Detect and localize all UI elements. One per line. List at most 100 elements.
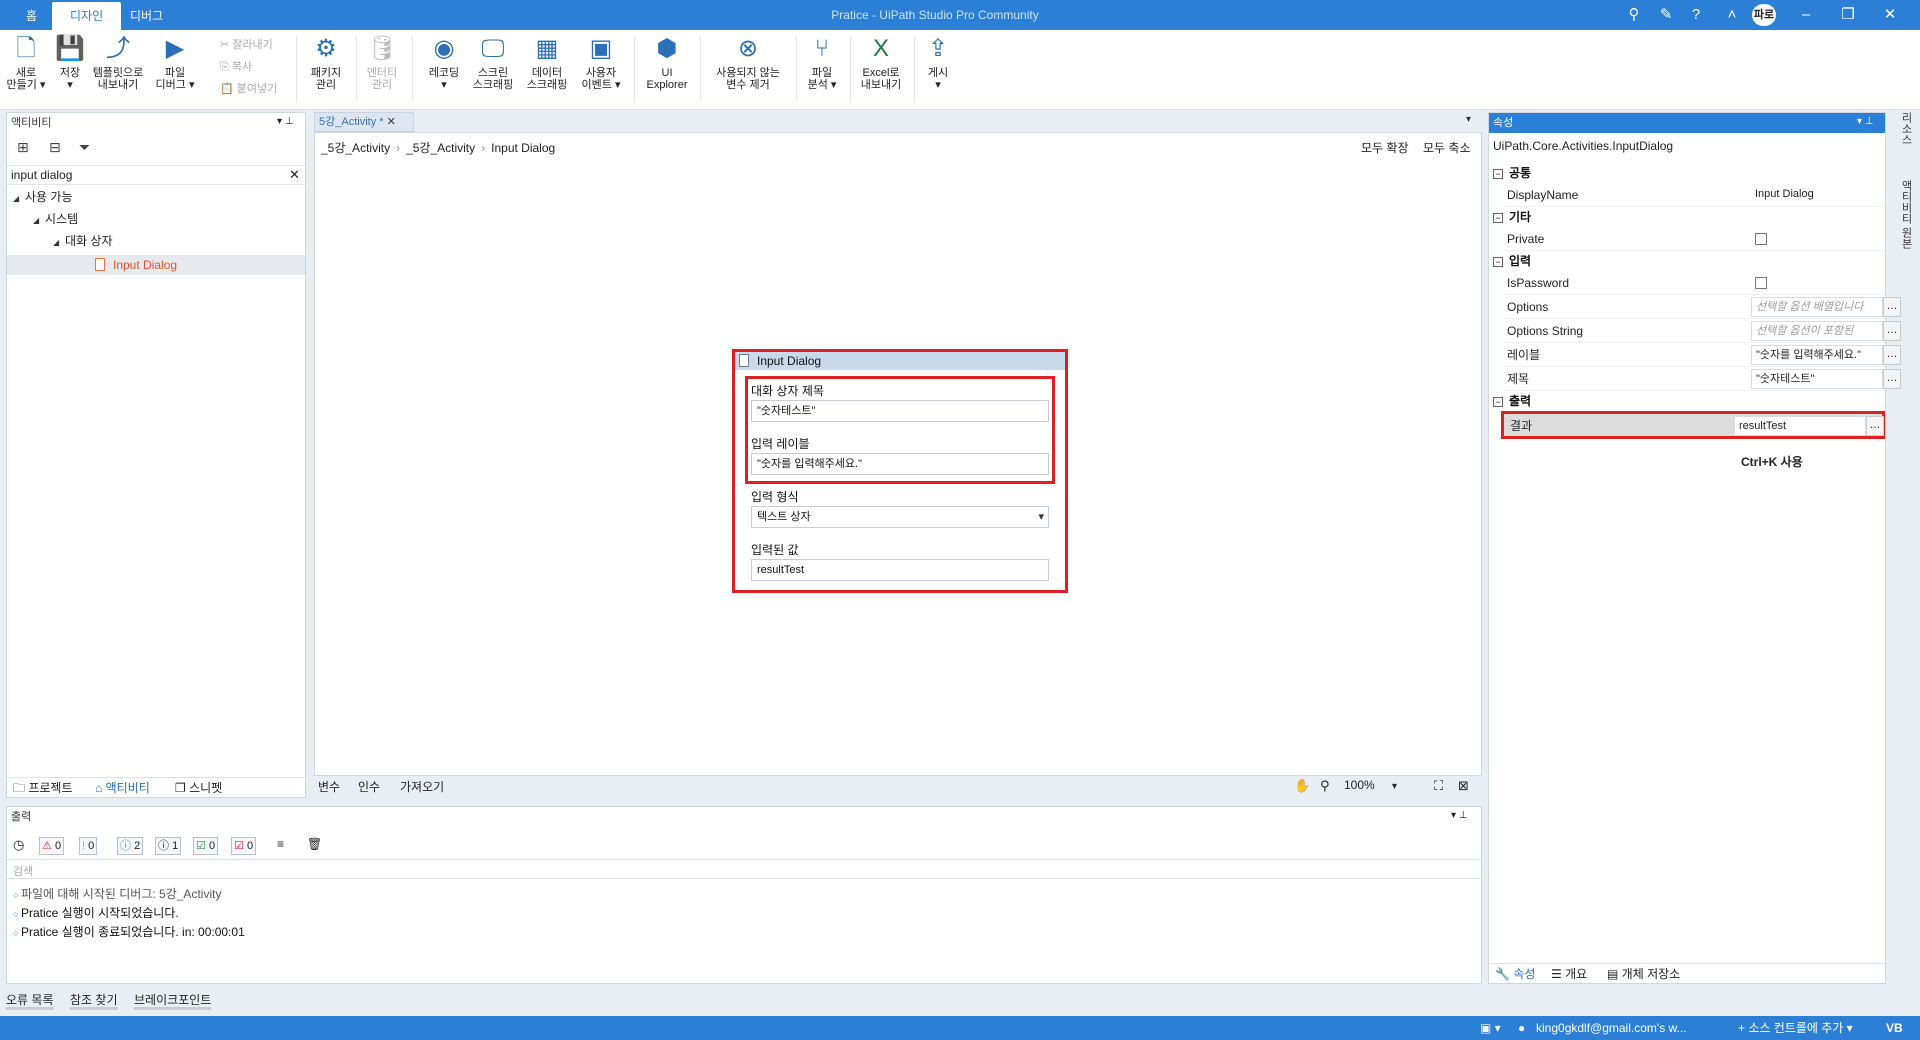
publish-button[interactable]: ⇪ 게시 ▾ bbox=[920, 34, 956, 91]
ui-explorer-button[interactable]: ⬢ UI Explorer bbox=[644, 34, 690, 91]
ispassword-checkbox[interactable] bbox=[1755, 277, 1767, 289]
save-button[interactable]: 💾 저장 ▾ bbox=[54, 34, 86, 91]
label-edit-button[interactable]: … bbox=[1883, 345, 1901, 365]
prop-label[interactable]: 레이블 "숫자를 입력해주세요."… bbox=[1505, 343, 1901, 367]
clock-icon[interactable]: ◷ bbox=[13, 837, 24, 853]
expand-all-link[interactable]: 모두 확장 bbox=[1361, 139, 1409, 156]
remove-unused-variables-button[interactable]: ⊗ 사용되지 않는 변수 제거 bbox=[708, 34, 788, 91]
prop-result[interactable]: 결과 resultTest… bbox=[1501, 411, 1885, 439]
activity-header[interactable]: Input Dialog bbox=[735, 352, 1065, 370]
prop-title[interactable]: 제목 "숫자테스트"… bbox=[1505, 367, 1901, 391]
result-edit-button[interactable]: … bbox=[1866, 416, 1884, 436]
category-misc[interactable]: − 기타 bbox=[1489, 207, 1887, 227]
side-tab-activity-source[interactable]: 액티비티 원본 bbox=[1894, 180, 1914, 249]
minimize-icon[interactable]: – bbox=[1796, 5, 1816, 25]
tab-breakpoints[interactable]: 브레이크포인트 bbox=[134, 990, 212, 1010]
copy-button[interactable]: ⎘ 복사 bbox=[220, 58, 252, 74]
tree-item-available[interactable]: ◢ 사용 가능 bbox=[13, 187, 73, 207]
entered-value-field[interactable]: resultTest bbox=[751, 559, 1049, 581]
tab-properties[interactable]: 🔧 속성 bbox=[1495, 964, 1535, 984]
clear-output-icon[interactable]: 🗑 bbox=[307, 837, 322, 851]
feedback-icon[interactable]: ✎ bbox=[1656, 5, 1676, 25]
options-string-edit-button[interactable]: … bbox=[1883, 321, 1901, 341]
doc-list-icon[interactable]: ▾ bbox=[1466, 114, 1471, 125]
zoom-select[interactable]: 100% ▾ bbox=[1344, 778, 1404, 796]
collapse-all-link[interactable]: 모두 축소 bbox=[1423, 139, 1471, 156]
errors-filter-button[interactable]: ⚠ 0 bbox=[39, 837, 65, 855]
overview-icon[interactable]: ⊠ bbox=[1458, 778, 1469, 794]
export-excel-button[interactable]: X Excel로 내보내기 bbox=[856, 34, 906, 91]
breadcrumb-item[interactable]: _5강_Activity bbox=[321, 141, 390, 155]
category-common[interactable]: − 공통 bbox=[1489, 163, 1887, 183]
tab-activities[interactable]: ⌂ 액티비티 bbox=[95, 778, 150, 798]
tab-error-list[interactable]: 오류 목록 bbox=[6, 990, 54, 1010]
tab-document[interactable]: 5강_Activity * ✕ bbox=[314, 112, 414, 132]
tab-design[interactable]: 디자인 bbox=[52, 2, 122, 30]
category-input[interactable]: − 입력 bbox=[1489, 251, 1887, 271]
fit-screen-icon[interactable]: ⛶ bbox=[1434, 778, 1443, 794]
failed-filter-button[interactable]: ☑ 0 bbox=[231, 837, 257, 855]
close-tab-icon[interactable]: ✕ bbox=[387, 116, 396, 128]
collapse-all-icon[interactable]: ⊟ bbox=[49, 139, 61, 156]
data-scraping-button[interactable]: ▦ 데이터 스크래핑 bbox=[524, 34, 570, 91]
prop-ispassword[interactable]: IsPassword bbox=[1505, 271, 1885, 295]
tree-item-input-dialog[interactable]: Input Dialog bbox=[7, 255, 305, 275]
prop-options-string[interactable]: Options String 선택할 옵션이 포함된… bbox=[1505, 319, 1901, 343]
options-edit-button[interactable]: … bbox=[1883, 297, 1901, 317]
dialog-title-field[interactable]: "숫자테스트" bbox=[751, 400, 1049, 422]
tab-variables[interactable]: 변수 bbox=[318, 777, 340, 797]
help-icon[interactable]: ? bbox=[1686, 5, 1706, 25]
screen-scraping-button[interactable]: 🖵 스크린 스크래핑 bbox=[470, 34, 516, 91]
tab-snippets[interactable]: ❐ 스니펫 bbox=[175, 778, 222, 798]
tab-home[interactable]: 홈 bbox=[8, 2, 55, 30]
tree-item-system[interactable]: ◢ 시스템 bbox=[33, 209, 78, 229]
tab-arguments[interactable]: 인수 bbox=[358, 777, 380, 797]
manage-packages-button[interactable]: ⚙ 패키지 관리 bbox=[306, 34, 346, 91]
activity-search-box[interactable]: input dialog ✕ bbox=[7, 165, 305, 185]
panel-menu-icon[interactable]: ▾ ⊥ bbox=[277, 116, 294, 127]
search-icon[interactable]: ⚲ bbox=[1624, 5, 1644, 25]
output-search-box[interactable]: 검색 bbox=[7, 859, 1481, 879]
debug-file-button[interactable]: ▶ 파일 디버그 ▾ bbox=[152, 34, 198, 91]
orchestrator-icon[interactable]: ▣ ▾ bbox=[1480, 1016, 1501, 1040]
title-edit-button[interactable]: … bbox=[1883, 369, 1901, 389]
input-type-select[interactable]: 텍스트 상자 bbox=[751, 506, 1049, 528]
cut-button[interactable]: ✂ 잘라내기 bbox=[220, 36, 273, 52]
recording-button[interactable]: ◉ 레코딩 ▾ bbox=[422, 34, 466, 91]
wrap-icon[interactable]: ≡ bbox=[277, 837, 284, 851]
activity-search-input[interactable]: input dialog bbox=[11, 168, 72, 182]
filter-icon[interactable]: ⏷ bbox=[79, 139, 90, 156]
tab-project[interactable]: 🗀 프로젝트 bbox=[13, 778, 73, 798]
private-checkbox[interactable] bbox=[1755, 233, 1767, 245]
prop-displayname[interactable]: DisplayName Input Dialog bbox=[1505, 183, 1885, 207]
breadcrumb-item[interactable]: Input Dialog bbox=[491, 141, 555, 155]
warnings-filter-button[interactable]: ! 0 bbox=[79, 837, 98, 855]
trace-filter-button[interactable]: ⓘ 1 bbox=[155, 837, 182, 855]
info-filter-button[interactable]: ⓘ 2 bbox=[117, 837, 144, 855]
close-icon[interactable]: ✕ bbox=[1880, 5, 1900, 25]
chevron-up-icon[interactable]: ˄ bbox=[1722, 5, 1742, 25]
clear-search-icon[interactable]: ✕ bbox=[289, 167, 300, 183]
analyze-file-button[interactable]: ⑂ 파일 분석 ▾ bbox=[802, 34, 842, 91]
breadcrumb-item[interactable]: _5강_Activity bbox=[406, 141, 475, 155]
category-output[interactable]: − 출력 bbox=[1489, 391, 1887, 411]
panel-menu-icon[interactable]: ▾ ⊥ bbox=[1857, 116, 1874, 127]
tab-object-repository[interactable]: ▤ 개체 저장소 bbox=[1607, 964, 1680, 984]
source-control-button[interactable]: + 소스 컨트롤에 추가 ▾ bbox=[1738, 1016, 1853, 1040]
output-search-input[interactable]: 검색 bbox=[13, 863, 33, 879]
prop-private[interactable]: Private bbox=[1505, 227, 1885, 251]
tab-debug[interactable]: 디버그 bbox=[112, 2, 181, 30]
prop-options[interactable]: Options 선택할 옵션 배열입니다… bbox=[1505, 295, 1901, 319]
account-label[interactable]: king0gkdlf@gmail.com's w... bbox=[1536, 1016, 1687, 1040]
restore-icon[interactable]: ❐ bbox=[1838, 5, 1858, 25]
expand-all-icon[interactable]: ⊞ bbox=[17, 139, 29, 156]
tab-imports[interactable]: 가져오기 bbox=[400, 777, 444, 797]
tab-find-references[interactable]: 참조 찾기 bbox=[70, 990, 118, 1010]
zoom-icon[interactable]: ⚲ bbox=[1320, 778, 1330, 794]
avatar[interactable]: 파로 bbox=[1752, 4, 1776, 26]
manage-entities-button[interactable]: 🛢 엔터티 관리 bbox=[362, 34, 402, 91]
success-filter-button[interactable]: ☑ 0 bbox=[193, 837, 219, 855]
tab-outline[interactable]: ☰ 개요 bbox=[1551, 964, 1587, 984]
user-events-button[interactable]: ▣ 사용자 이벤트 ▾ bbox=[576, 34, 626, 91]
export-template-button[interactable]: ⤴ 템플릿으로 내보내기 bbox=[90, 34, 146, 91]
